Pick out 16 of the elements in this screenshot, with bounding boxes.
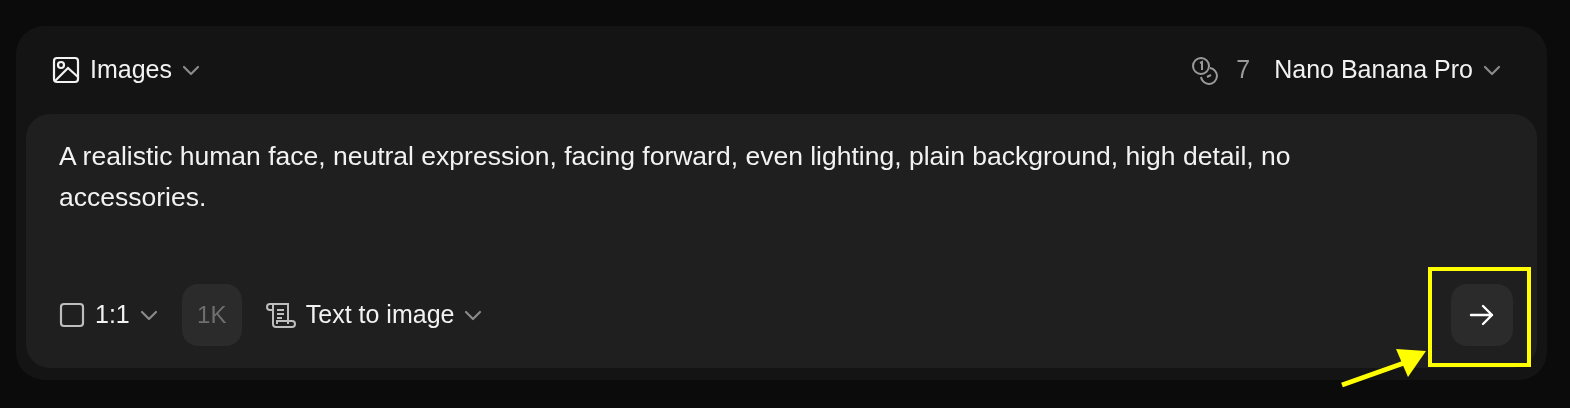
arrow-right-icon [1469,304,1495,326]
square-icon [59,302,85,328]
prompt-text[interactable]: A realistic human face, neutral expression, facing forward, even lighting, plain background, high detail, no accessories. [59,136,1439,284]
chevron-down-icon [1483,64,1501,76]
chevron-down-icon [464,309,483,321]
mode-dropdown[interactable]: Images [52,51,200,89]
scroll-icon [265,301,296,329]
aspect-ratio-dropdown[interactable]: 1:1 [59,296,158,334]
chevron-down-icon [139,309,158,321]
chevron-down-icon [182,64,200,76]
credit-count: 7 [1236,54,1251,86]
send-button[interactable] [1451,284,1513,346]
image-icon [52,56,80,84]
coins-icon [1190,55,1221,85]
generation-mode-dropdown[interactable]: Text to image [265,296,483,334]
model-dropdown[interactable]: Nano Banana Pro [1274,51,1501,89]
